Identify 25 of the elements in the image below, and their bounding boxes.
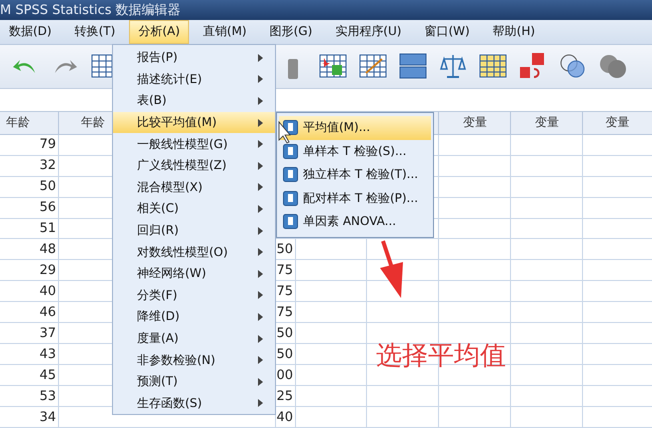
- table-cell-text: 37: [38, 324, 57, 343]
- annotation-text: 选择平均值: [376, 340, 506, 373]
- table-cell-text: 50: [38, 178, 57, 196]
- table-cell-text: 45: [38, 366, 57, 385]
- table-cell-text: 29: [38, 262, 57, 280]
- table-cell-text: 56: [38, 199, 57, 218]
- table-cell-text: 40: [276, 408, 294, 427]
- table-cell-text: 50: [276, 240, 294, 259]
- table-cell-text: 00: [276, 366, 294, 385]
- table-cell-text: 79: [38, 136, 57, 154]
- table-cell-text: 46: [38, 304, 57, 322]
- table-cell-text: 75: [276, 262, 294, 280]
- table-cell-text: 75: [276, 304, 294, 322]
- table-cell-text: 75: [276, 282, 294, 301]
- table-cell-text: 53: [38, 388, 57, 406]
- table-cell-text: 50: [276, 324, 294, 343]
- table-cell-text: 34: [38, 408, 57, 427]
- table-cell-text: 40: [38, 282, 57, 301]
- table-cell-text: 51: [38, 220, 57, 238]
- table-cell-text: 48: [38, 240, 57, 259]
- table-cell-text: 25: [276, 388, 294, 406]
- window-title: M SPSS Statistics 数据编辑器: [0, 0, 652, 20]
- table-cell-text: 32: [38, 157, 57, 176]
- table-cell-text: 50: [276, 346, 294, 364]
- table-cell-text: 43: [38, 346, 57, 364]
